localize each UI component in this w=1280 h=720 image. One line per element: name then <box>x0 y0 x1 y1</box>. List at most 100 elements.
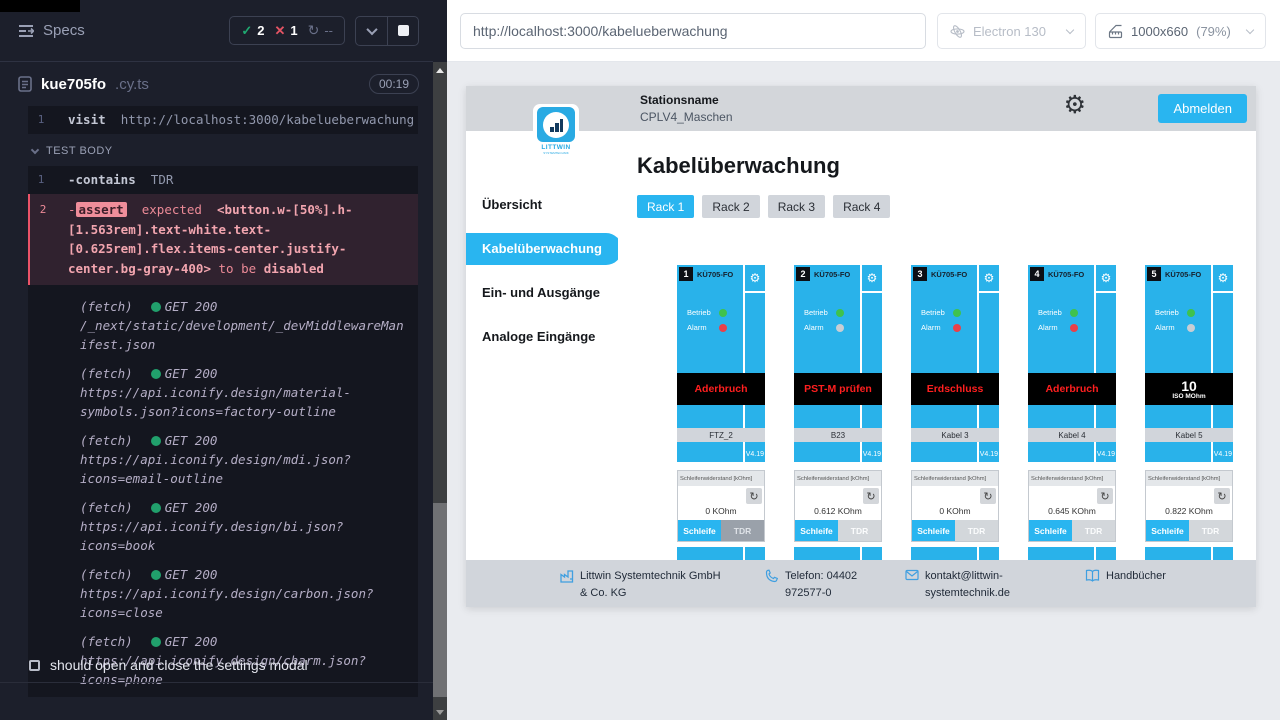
refresh-button[interactable]: ↻ <box>1097 488 1113 504</box>
fetch-entry[interactable]: (fetch) GET 200 https://api.iconify.desi… <box>80 431 408 488</box>
refresh-button[interactable]: ↻ <box>980 488 996 504</box>
email-icon <box>905 569 919 581</box>
command-visit[interactable]: 1 visit http://localhost:3000/kabelueber… <box>28 106 418 134</box>
device-model: KÜ705-FO <box>931 270 967 279</box>
stat-failed: ✕1 <box>274 23 297 39</box>
littwin-logo: LITTWIN SYSTEMTECHNIK <box>533 104 579 159</box>
scroll-up-arrow[interactable] <box>433 62 447 78</box>
alarm-label: Alarm <box>1155 323 1187 332</box>
fetch-url: https://api.iconify.design/bi.json?icons… <box>80 517 408 555</box>
tab-rack-4[interactable]: Rack 4 <box>833 195 890 218</box>
schleife-button[interactable]: Schleife <box>912 520 955 541</box>
alarm-label: Alarm <box>804 323 836 332</box>
command-name: visit <box>68 112 106 127</box>
device-model: KÜ705-FO <box>1165 270 1201 279</box>
collapse-button[interactable] <box>356 17 387 45</box>
tdr-button[interactable]: TDR <box>955 520 998 541</box>
sidebar-item-ein-und-ausgaenge[interactable]: Ein- und Ausgänge <box>466 277 618 309</box>
meter-label: Schleifenwiderstand [kOhm] <box>795 471 881 486</box>
scroll-down-arrow[interactable] <box>433 704 447 720</box>
card-settings-gear-icon[interactable]: ⚙ <box>979 265 999 291</box>
spec-file-row[interactable]: kue705fo.cy.ts 00:19 <box>0 62 433 106</box>
fetch-entry[interactable]: (fetch) GET 200 https://api.iconify.desi… <box>80 498 408 555</box>
ruler-icon <box>1108 24 1123 39</box>
pending-test-row[interactable]: should open and close the settings modal <box>0 648 433 683</box>
status-dot-icon <box>151 369 161 379</box>
refresh-button[interactable]: ↻ <box>1214 488 1230 504</box>
status-text: Erdschluss <box>927 383 984 395</box>
fetch-label: (fetch) <box>80 431 133 450</box>
tdr-button[interactable]: TDR <box>838 520 881 541</box>
refresh-button[interactable]: ↻ <box>746 488 762 504</box>
browser-select[interactable]: Electron 130 <box>937 13 1086 49</box>
betrieb-led <box>1070 309 1078 317</box>
phone-icon <box>765 569 779 583</box>
viewport-zoom: (79%) <box>1196 24 1231 39</box>
triangle-up-icon <box>436 68 444 73</box>
loop-resistance-panel: Schleifenwiderstand [kOhm] ↻ 0 KOhm Schl… <box>677 470 765 542</box>
scrollbar-thumb[interactable] <box>433 503 447 697</box>
viewport-size: 1000x660 <box>1131 24 1188 39</box>
stop-button[interactable] <box>387 17 418 45</box>
alarm-led <box>836 324 844 332</box>
fetch-label: (fetch) <box>80 297 133 316</box>
stop-icon <box>398 25 409 36</box>
command-contains[interactable]: 1 -contains TDR <box>28 166 418 194</box>
tab-rack-2[interactable]: Rack 2 <box>702 195 759 218</box>
command-assert-failed[interactable]: 2 -assert expected <button.w-[50%].h-[1.… <box>28 194 418 285</box>
schleife-button[interactable]: Schleife <box>795 520 838 541</box>
status-text: Aderbruch <box>694 383 747 395</box>
fetch-entry[interactable]: (fetch) GET 200 https://api.iconify.desi… <box>80 565 408 622</box>
tdr-button[interactable]: TDR <box>1072 520 1115 541</box>
tdr-button[interactable]: TDR <box>721 520 764 541</box>
chevron-down-icon <box>1246 25 1254 33</box>
url-input[interactable] <box>460 13 926 49</box>
sidebar-item-uebersicht[interactable]: Übersicht <box>466 189 618 221</box>
electron-icon <box>950 24 965 39</box>
firmware-version: V4.19 <box>980 451 998 458</box>
fetch-entry[interactable]: (fetch) GET 200 https://api.iconify.desi… <box>80 364 408 421</box>
fetch-log: (fetch) GET 200 /_next/static/developmen… <box>28 285 418 697</box>
station-value: CPLV4_Maschen <box>640 110 733 124</box>
schleife-button[interactable]: Schleife <box>1146 520 1189 541</box>
refresh-button[interactable]: ↻ <box>863 488 879 504</box>
schleife-button[interactable]: Schleife <box>678 520 721 541</box>
card-settings-gear-icon[interactable]: ⚙ <box>862 265 882 291</box>
footer-email-text: kontakt@littwin-systemtechnik.de <box>925 568 1037 601</box>
fetch-label: (fetch) <box>80 498 133 517</box>
fetch-entry[interactable]: (fetch) GET 200 /_next/static/developmen… <box>80 297 408 354</box>
tab-rack-1[interactable]: Rack 1 <box>637 195 694 218</box>
pending-square-icon <box>29 660 40 671</box>
alarm-led <box>1070 324 1078 332</box>
fetch-method-status: GET 200 <box>165 498 218 517</box>
settings-gear-icon[interactable]: ⚙ <box>1064 93 1086 118</box>
fetch-method-status: GET 200 <box>165 565 218 584</box>
cypress-reporter-panel: Specs ✓2 ✕1 ↻-- kue705fo.cy.ts 00:19 1 v… <box>0 0 447 720</box>
tdr-button[interactable]: TDR <box>1189 520 1232 541</box>
betrieb-label: Betrieb <box>804 308 836 317</box>
logo-subtitle: SYSTEMTECHNIK <box>543 151 569 155</box>
card-settings-gear-icon[interactable]: ⚙ <box>1096 265 1116 291</box>
tab-rack-3[interactable]: Rack 3 <box>768 195 825 218</box>
firmware-version: V4.19 <box>1214 451 1232 458</box>
viewport-select[interactable]: 1000x660 (79%) <box>1095 13 1266 49</box>
card-settings-gear-icon[interactable]: ⚙ <box>745 265 765 291</box>
sidebar-item-analoge-eingaenge[interactable]: Analoge Eingänge <box>466 321 618 353</box>
card-settings-gear-icon[interactable]: ⚙ <box>1213 265 1233 291</box>
test-body-toggle[interactable]: TEST BODY <box>28 134 418 166</box>
betrieb-label: Betrieb <box>1038 308 1070 317</box>
logout-button[interactable]: Abmelden <box>1158 94 1247 123</box>
betrieb-led <box>1187 309 1195 317</box>
main-content: Kabelüberwachung Rack 1 Rack 2 Rack 3 Ra… <box>618 131 1256 560</box>
reporter-scrollbar[interactable] <box>433 62 447 720</box>
logo-mark-icon <box>537 107 575 142</box>
betrieb-led <box>953 309 961 317</box>
meter-label: Schleifenwiderstand [kOhm] <box>678 471 764 486</box>
footer-manuals-link[interactable]: Handbücher <box>1085 568 1235 585</box>
chevron-down-icon <box>31 145 39 153</box>
schleife-button[interactable]: Schleife <box>1029 520 1072 541</box>
status-text: Aderbruch <box>1045 383 1098 395</box>
specs-menu[interactable]: Specs <box>18 22 85 39</box>
status-value: 10 <box>1181 379 1197 393</box>
sidebar-item-kabelueberwachung[interactable]: Kabelüberwachung <box>466 233 622 265</box>
